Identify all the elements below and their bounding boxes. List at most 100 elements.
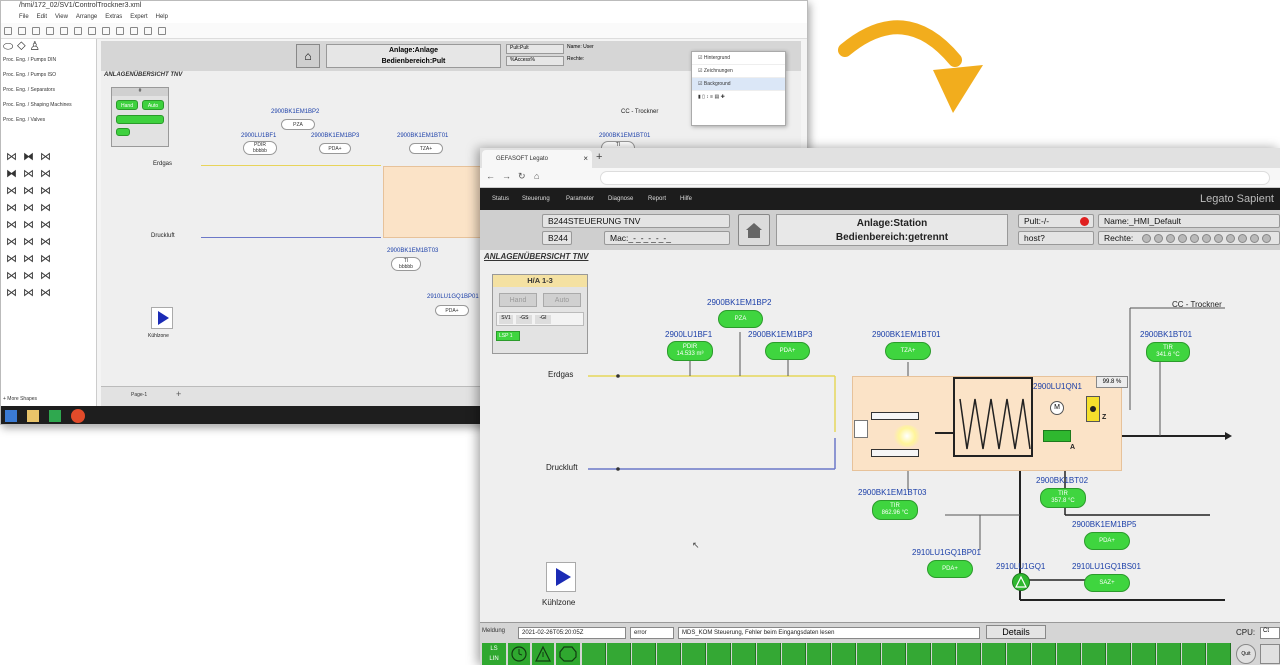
valve-shape-icon[interactable]: ⋈ <box>3 217 20 234</box>
status-cell[interactable] <box>607 643 631 665</box>
menu-report[interactable]: Report <box>648 188 666 210</box>
ha-btn-gs[interactable]: -GS <box>516 315 532 324</box>
pill-pda-gq[interactable]: PDA+ <box>927 560 973 578</box>
library-shaping-machines[interactable]: Proc. Eng. / Shaping Machines <box>1 98 96 113</box>
kuehlzone-button[interactable] <box>546 562 576 592</box>
valve-shape-icon[interactable]: ⋈ <box>3 200 20 217</box>
toolbar-icon[interactable] <box>88 27 96 35</box>
status-cell[interactable] <box>1207 643 1231 665</box>
pill-pdir[interactable]: PDIR 14.533 m³ <box>667 341 713 361</box>
pill-tir-right[interactable]: TIR 341.6 °C <box>1146 342 1190 362</box>
pill-pda-bp3[interactable]: PDA+ <box>765 342 810 360</box>
pill-tir-bt02[interactable]: TIR 357.8 °C <box>1040 488 1086 508</box>
status-cell[interactable] <box>1007 643 1031 665</box>
burner-block[interactable] <box>854 420 868 438</box>
status-cell[interactable] <box>1057 643 1081 665</box>
home-button[interactable] <box>738 214 770 246</box>
reload-icon[interactable]: ↻ <box>518 171 526 182</box>
editor-pill-ti-bottom[interactable]: TI bbbbb <box>391 257 421 271</box>
editor-kuehlzone-button[interactable] <box>151 307 173 329</box>
add-page-icon[interactable]: + <box>176 389 181 399</box>
valve-shape-icon[interactable]: ⋈ <box>20 268 37 285</box>
pill-tza[interactable]: TZA+ <box>885 342 931 360</box>
toolbar-icon[interactable] <box>74 27 82 35</box>
valve-shape-icon[interactable]: ⋈ <box>20 217 37 234</box>
status-cell[interactable] <box>857 643 881 665</box>
browser-tab[interactable]: GEFASOFT Legato × <box>482 150 592 168</box>
editor-pill-pda[interactable]: PDA+ <box>319 143 351 154</box>
library-valves[interactable]: Proc. Eng. / Valves <box>1 113 96 128</box>
valve-shape-icon[interactable]: ⋈ <box>37 285 54 302</box>
home-nav-icon[interactable]: ⌂ <box>534 171 539 181</box>
valve-actuator-icon[interactable] <box>1086 396 1100 422</box>
status-cell[interactable] <box>657 643 681 665</box>
toolbar-icon[interactable] <box>46 27 54 35</box>
menu-steuerung[interactable]: Steuerung <box>522 188 550 210</box>
valve-shape-icon[interactable]: ⋈ <box>20 285 37 302</box>
toolbar-icon[interactable] <box>32 27 40 35</box>
status-cell[interactable] <box>1032 643 1056 665</box>
toolbar-icon[interactable] <box>102 27 110 35</box>
editor-furnace[interactable] <box>383 166 483 238</box>
pill-pda-bp5[interactable]: PDA+ <box>1084 532 1130 550</box>
explorer-icon[interactable] <box>27 410 39 422</box>
status-cell[interactable] <box>707 643 731 665</box>
home-icon[interactable]: ⌂ <box>296 44 320 68</box>
status-cell[interactable] <box>982 643 1006 665</box>
hand-button[interactable]: Hand <box>499 293 537 307</box>
new-tab-icon[interactable]: + <box>596 151 602 163</box>
editor-auto-button[interactable]: Auto <box>142 100 164 110</box>
motor-icon[interactable]: M <box>1050 401 1064 415</box>
pill-pza[interactable]: PZA <box>718 310 763 328</box>
valve-shape-icon[interactable]: ⋈ <box>3 183 20 200</box>
pill-tir-bt03[interactable]: TIR 862.96 °C <box>872 500 918 520</box>
menu-diagnose[interactable]: Diagnose <box>608 188 633 210</box>
valve-shape-icon[interactable]: ⋈ <box>37 268 54 285</box>
valve-shape-icon[interactable]: ⋈ <box>37 217 54 234</box>
menu-expert[interactable]: Expert <box>130 14 147 20</box>
menu-extras[interactable]: Extras <box>105 14 122 20</box>
valve-shape-icon[interactable]: ⋈ <box>3 268 20 285</box>
menu-edit[interactable]: Edit <box>37 14 47 20</box>
details-button[interactable]: Details <box>986 625 1046 639</box>
status-stop-icon[interactable] <box>556 643 580 665</box>
valve-shape-icon[interactable]: ⋈ <box>20 183 37 200</box>
status-cell[interactable] <box>1132 643 1156 665</box>
status-cell[interactable] <box>882 643 906 665</box>
valve-shape-icon[interactable]: ⋈ <box>37 166 54 183</box>
quit-button[interactable]: Quit <box>1236 644 1256 664</box>
valve-shape-icon[interactable]: ⋈ <box>3 251 20 268</box>
layer-tools[interactable]: ▮ ▯ ↕ ≡ ▤ ✚ <box>692 91 785 104</box>
status-cell[interactable] <box>1182 643 1206 665</box>
toolbar-icon[interactable] <box>18 27 26 35</box>
menu-status[interactable]: Status <box>492 188 509 210</box>
editor-pill-tza[interactable]: TZA+ <box>409 143 443 154</box>
app-icon[interactable] <box>49 410 61 422</box>
browser-icon[interactable] <box>71 409 85 423</box>
status-cell[interactable] <box>757 643 781 665</box>
back-icon[interactable]: ← <box>486 171 495 181</box>
status-cell[interactable] <box>1082 643 1106 665</box>
windows-start-icon[interactable] <box>5 410 17 422</box>
pill-saz[interactable]: SAZ+ <box>1084 574 1130 592</box>
status-cell[interactable] <box>732 643 756 665</box>
toolbar-icon[interactable] <box>60 27 68 35</box>
valve-shape-icon[interactable]: ⋈ <box>20 200 37 217</box>
valve-shape-icon[interactable]: ⋈ <box>3 285 20 302</box>
valve-shape-icon[interactable]: ⋈ <box>3 234 20 251</box>
toolbar-icon[interactable] <box>158 27 166 35</box>
status-cell[interactable] <box>682 643 706 665</box>
ha-btn-gi[interactable]: -GI <box>535 315 551 324</box>
layer-row[interactable]: ☑ Hintergrund <box>692 52 785 65</box>
valve-shape-icon[interactable]: ⋈ <box>3 149 20 166</box>
ls-lin-badge[interactable]: LS LIN <box>482 643 506 665</box>
layer-row[interactable]: ☑ Zeichnungen <box>692 65 785 78</box>
status-cell[interactable] <box>807 643 831 665</box>
toolbar-icon[interactable] <box>144 27 152 35</box>
valve-shape-icon[interactable]: ⋈ <box>37 251 54 268</box>
toolbar-icon[interactable] <box>130 27 138 35</box>
menu-view[interactable]: View <box>55 14 68 20</box>
valve-shape-icon[interactable]: ⋈ <box>37 234 54 251</box>
version-icon[interactable] <box>1260 644 1280 664</box>
valve-shape-icon[interactable]: ⋈ <box>37 200 54 217</box>
